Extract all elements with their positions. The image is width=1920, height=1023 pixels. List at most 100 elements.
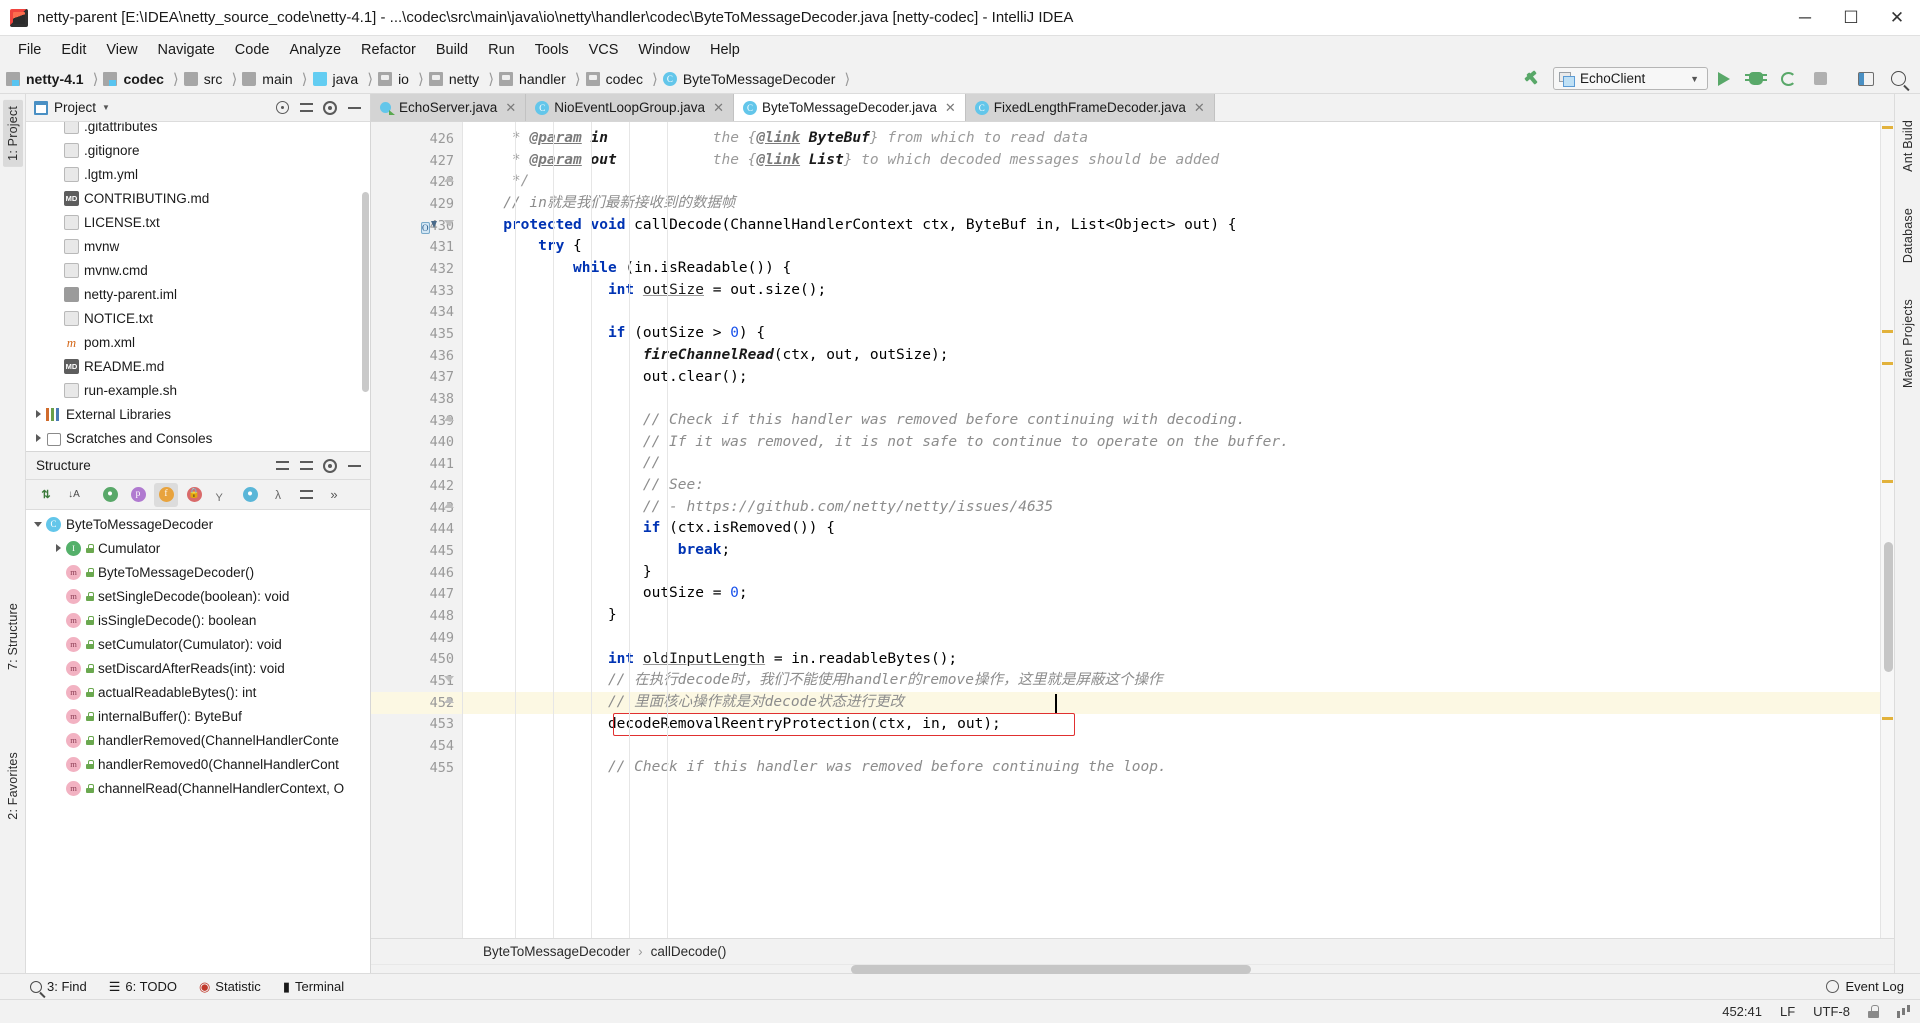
code-folding-marker[interactable] bbox=[444, 415, 454, 422]
list-item[interactable]: External Libraries bbox=[26, 402, 370, 426]
list-item[interactable]: m setDiscardAfterReads(int): void bbox=[26, 656, 370, 680]
menu-build[interactable]: Build bbox=[426, 39, 478, 61]
breadcrumb-codec-pkg[interactable]: codec bbox=[585, 71, 645, 87]
lock-icon[interactable] bbox=[1868, 1005, 1879, 1018]
list-item[interactable]: m internalBuffer(): ByteBuf bbox=[26, 704, 370, 728]
code-line[interactable]: try { bbox=[463, 236, 1880, 258]
list-item[interactable]: m handlerRemoved0(ChannelHandlerCont bbox=[26, 752, 370, 776]
sidebar-item-favorites[interactable]: 2: Favorites bbox=[3, 746, 23, 826]
code-line[interactable]: protected void callDecode(ChannelHandler… bbox=[463, 215, 1880, 237]
collapse-all-button[interactable] bbox=[295, 455, 317, 477]
list-item[interactable]: m handlerRemoved(ChannelHandlerConte bbox=[26, 728, 370, 752]
run-button[interactable] bbox=[1709, 66, 1739, 92]
collapse-all-button[interactable] bbox=[295, 97, 317, 119]
sort-by-visibility-button[interactable]: ⇅ bbox=[34, 483, 58, 507]
show-anonymous-button[interactable] bbox=[210, 483, 234, 507]
tab-fixedlengthframedecoder-java[interactable]: C FixedLengthFrameDecoder.java ✕ bbox=[965, 94, 1215, 121]
sidebar-item-ant-build[interactable]: Ant Build bbox=[1898, 114, 1918, 178]
code-text[interactable]: * @param in the {@link ByteBuf} from whi… bbox=[463, 122, 1880, 938]
list-item[interactable]: m ByteToMessageDecoder() bbox=[26, 560, 370, 584]
code-line[interactable]: if (ctx.isRemoved()) { bbox=[463, 518, 1880, 540]
code-line[interactable]: // If it was removed, it is not safe to … bbox=[463, 432, 1880, 454]
breadcrumb-method-name[interactable]: callDecode() bbox=[651, 944, 727, 959]
code-line[interactable]: int oldInputLength = in.readableBytes(); bbox=[463, 649, 1880, 671]
list-item[interactable]: m actualReadableBytes(): int bbox=[26, 680, 370, 704]
override-method-icon[interactable]: O bbox=[421, 218, 437, 234]
menu-navigate[interactable]: Navigate bbox=[148, 39, 225, 61]
code-line[interactable]: if (outSize > 0) { bbox=[463, 323, 1880, 345]
close-icon[interactable]: ✕ bbox=[945, 100, 956, 116]
list-item[interactable]: mvnw bbox=[26, 234, 370, 258]
code-line[interactable] bbox=[463, 388, 1880, 410]
tab-bytetomessagedecoder-java[interactable]: C ByteToMessageDecoder.java ✕ bbox=[733, 94, 966, 121]
breadcrumb-netty-4-1[interactable]: netty-4.1 bbox=[6, 71, 86, 87]
event-log-button[interactable]: Event Log bbox=[1826, 979, 1904, 994]
layout-button[interactable] bbox=[1851, 66, 1881, 92]
code-line[interactable]: // - https://github.com/netty/netty/issu… bbox=[463, 497, 1880, 519]
tree-expander[interactable] bbox=[30, 434, 46, 442]
project-tree[interactable]: .gitattributes .gitignore .lgtm.yml MD CONTR… bbox=[26, 122, 370, 451]
structure-settings-button[interactable] bbox=[319, 455, 341, 477]
tool-window-statistic[interactable]: ◉ Statistic bbox=[199, 979, 261, 995]
code-line[interactable]: outSize = 0; bbox=[463, 583, 1880, 605]
expand-all-button[interactable] bbox=[271, 455, 293, 477]
code-line[interactable]: * @param out the {@link List} to which d… bbox=[463, 150, 1880, 172]
list-item[interactable]: C ByteToMessageDecoder bbox=[26, 512, 370, 536]
code-line[interactable]: // 在执行decode时，我们不能使用handler的remove操作，这里就… bbox=[463, 670, 1880, 692]
maximize-button[interactable]: ☐ bbox=[1828, 0, 1874, 36]
menu-tools[interactable]: Tools bbox=[525, 39, 579, 61]
code-folding-marker[interactable] bbox=[444, 675, 454, 682]
line-number-gutter[interactable]: 426 427 428 429 430 O 431 432 433 434 435 436 437 438… bbox=[371, 122, 463, 938]
marker-warning[interactable] bbox=[1882, 362, 1893, 365]
marker-warning[interactable] bbox=[1882, 717, 1893, 720]
code-line[interactable]: out.clear(); bbox=[463, 367, 1880, 389]
list-item[interactable]: MD CONTRIBUTING.md bbox=[26, 186, 370, 210]
close-icon[interactable]: ✕ bbox=[1194, 100, 1205, 116]
code-line[interactable] bbox=[463, 302, 1880, 324]
marker-warning[interactable] bbox=[1882, 126, 1893, 129]
code-line[interactable]: int outSize = out.size(); bbox=[463, 280, 1880, 302]
horizontal-scrollbar[interactable] bbox=[371, 964, 1894, 974]
show-non-public-button[interactable]: 🔒 bbox=[182, 483, 206, 507]
debug-button[interactable] bbox=[1741, 66, 1771, 92]
tree-expander[interactable] bbox=[30, 521, 46, 527]
close-button[interactable]: ✕ bbox=[1874, 0, 1920, 36]
code-folding-marker[interactable] bbox=[444, 219, 454, 226]
structure-tree[interactable]: C ByteToMessageDecoder I Cumulator m ByteToMe… bbox=[26, 510, 370, 973]
project-settings-button[interactable] bbox=[319, 97, 341, 119]
menu-help[interactable]: Help bbox=[700, 39, 750, 61]
show-fields-button[interactable]: f bbox=[154, 482, 178, 507]
list-item[interactable]: NOTICE.txt bbox=[26, 306, 370, 330]
caret-position[interactable]: 452:41 bbox=[1722, 1004, 1762, 1019]
code-line[interactable]: } bbox=[463, 605, 1880, 627]
menu-run[interactable]: Run bbox=[478, 39, 525, 61]
tool-window-terminal[interactable]: ▮ Terminal bbox=[283, 979, 344, 995]
tree-expander[interactable] bbox=[30, 410, 46, 418]
hide-panel-button[interactable] bbox=[343, 97, 365, 119]
branch-icon[interactable] bbox=[1897, 1005, 1910, 1018]
code-line[interactable]: // See: bbox=[463, 475, 1880, 497]
sidebar-item-project[interactable]: 1: Project bbox=[2, 100, 23, 167]
tool-window-todo[interactable]: ☰ 6: TODO bbox=[109, 979, 177, 995]
code-line[interactable]: // 里面核心操作就是对decode状态进行更改 bbox=[463, 691, 1880, 714]
tree-expander[interactable] bbox=[50, 544, 66, 552]
chevron-down-icon[interactable]: ▼ bbox=[102, 103, 110, 112]
breadcrumb-io[interactable]: io bbox=[378, 71, 411, 87]
run-with-coverage-button[interactable] bbox=[1773, 66, 1803, 92]
menu-edit[interactable]: Edit bbox=[51, 39, 96, 61]
menu-window[interactable]: Window bbox=[628, 39, 700, 61]
run-configuration-selector[interactable]: EchoClient ▼ bbox=[1553, 67, 1708, 90]
list-item[interactable]: LICENSE.txt bbox=[26, 210, 370, 234]
show-inherited-button[interactable]: ● bbox=[98, 483, 122, 507]
list-item[interactable]: netty-parent.iml bbox=[26, 282, 370, 306]
code-line[interactable] bbox=[463, 735, 1880, 757]
list-item[interactable]: .lgtm.yml bbox=[26, 162, 370, 186]
marker-warning[interactable] bbox=[1882, 480, 1893, 483]
vertical-scrollbar[interactable] bbox=[362, 192, 369, 392]
code-line[interactable]: while (in.isReadable()) { bbox=[463, 258, 1880, 280]
sidebar-item-database[interactable]: Database bbox=[1898, 202, 1918, 269]
code-line[interactable] bbox=[463, 627, 1880, 649]
breadcrumb-netty[interactable]: netty bbox=[428, 71, 481, 87]
breadcrumb-codec[interactable]: codec bbox=[103, 71, 165, 87]
hide-structure-button[interactable] bbox=[343, 455, 365, 477]
